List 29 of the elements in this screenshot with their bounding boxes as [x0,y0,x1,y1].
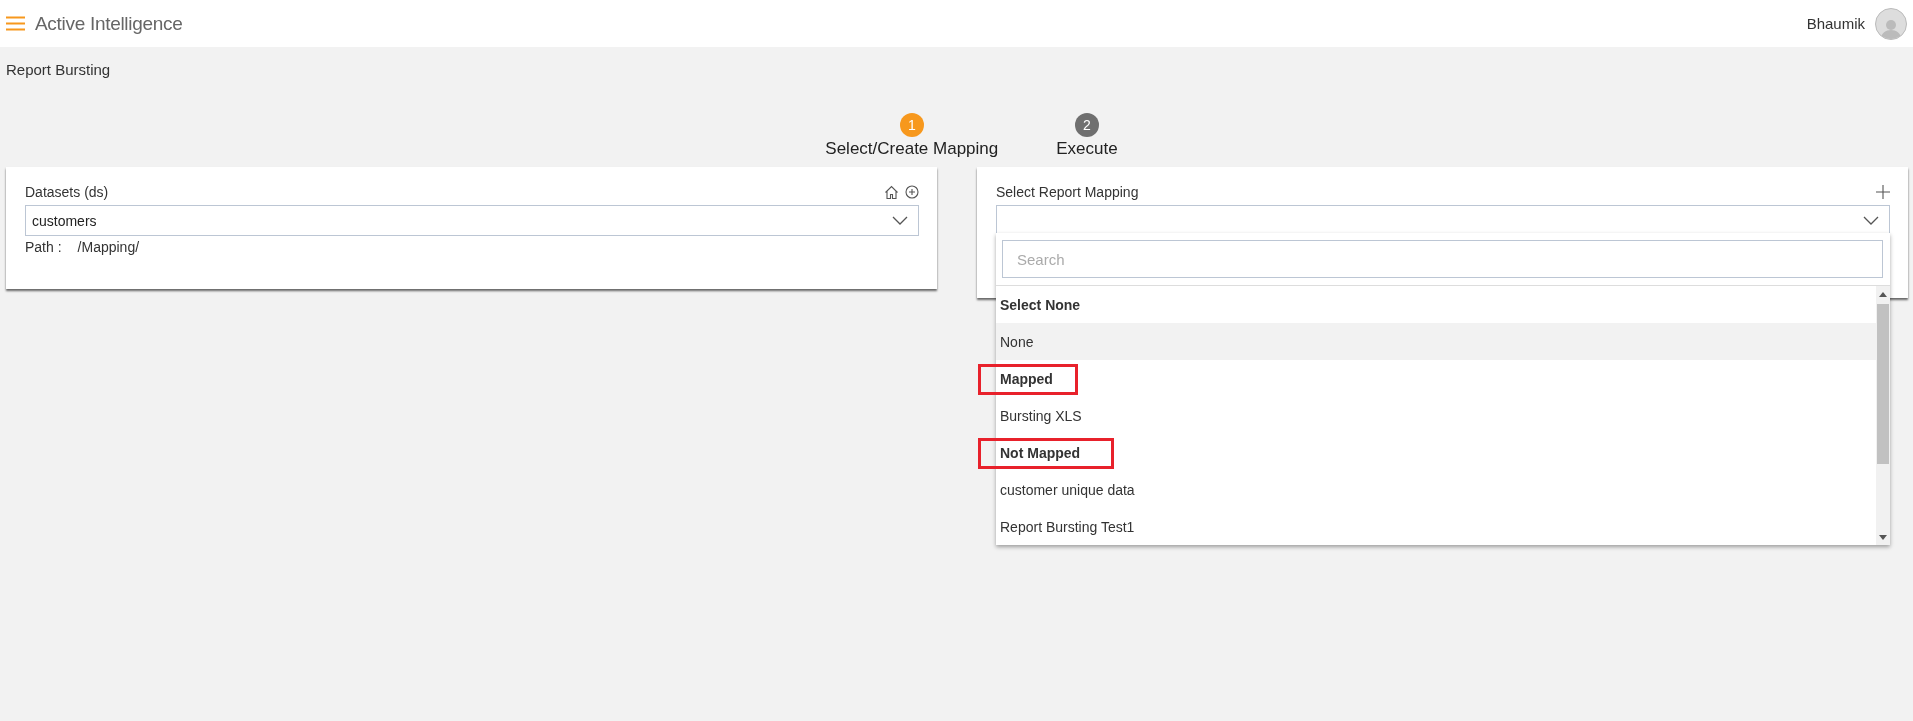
page-title: Report Bursting [5,60,112,78]
field-label: Select Report Mapping [996,184,1139,200]
plus-icon[interactable] [1876,185,1890,199]
dropdown-option[interactable]: Report Bursting Test1 [1000,518,1135,535]
user-name: Bhaumik [1806,15,1865,32]
group-heading: Select None [1000,296,1081,313]
scroll-up-icon[interactable] [1879,291,1887,297]
group-heading: Mapped [1000,370,1053,387]
field-label: Datasets (ds) [25,184,109,200]
dropdown-option[interactable]: customer unique data [1000,481,1135,498]
step-number[interactable]: 2 [1074,113,1099,137]
step-label[interactable]: Select/Create Mapping [825,139,999,159]
chevron-down-icon [892,216,908,225]
dropdown-option[interactable]: None [1000,333,1034,350]
menu-icon[interactable] [6,16,25,31]
add-circle-icon[interactable] [905,185,919,199]
dropdown-option[interactable]: Bursting XLS [1000,407,1082,424]
avatar-icon[interactable] [1875,7,1907,40]
path-label: Path : [25,239,62,255]
dataset-select[interactable]: customers [25,205,919,236]
home-icon[interactable] [884,184,899,200]
path-value: /Mapping/ [77,239,140,255]
step-label[interactable]: Execute [1056,139,1118,159]
search-field[interactable]: Search [1002,240,1883,278]
chevron-down-icon [1863,216,1879,225]
group-heading: Not Mapped [1000,444,1081,461]
scroll-down-icon[interactable] [1879,534,1887,540]
scrollbar[interactable] [1876,286,1890,545]
app-title: Active Intelligence [35,12,183,35]
